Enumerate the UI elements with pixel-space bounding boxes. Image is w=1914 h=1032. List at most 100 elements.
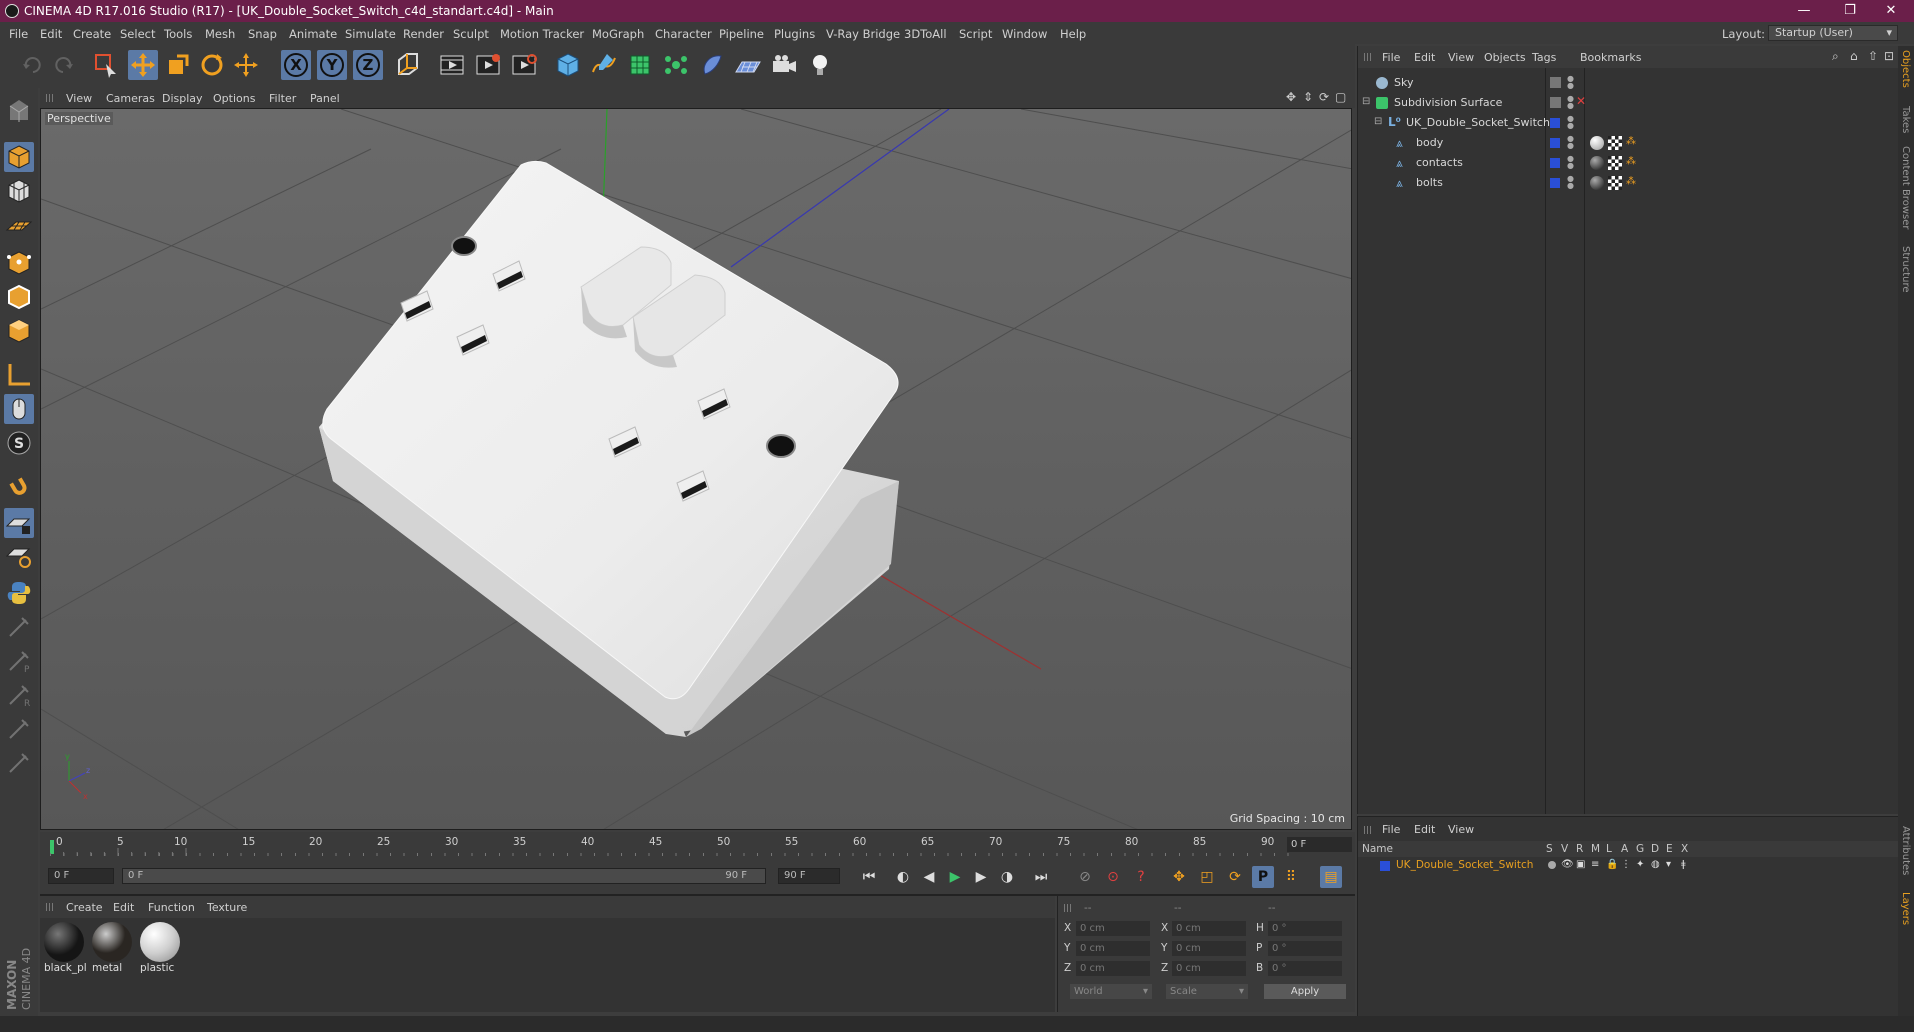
material-tag-black-pl-icon[interactable] [1590, 176, 1604, 190]
material-tag-metal-icon[interactable] [1590, 156, 1604, 170]
object-row-contacts[interactable]: ⩓ contacts ● ● ⁂ [1358, 153, 1899, 173]
layer-col-r[interactable]: R [1576, 843, 1583, 855]
layer-col-l[interactable]: L [1606, 843, 1612, 855]
menu-vray-bridge[interactable]: V-Ray Bridge [826, 27, 900, 41]
phong-tag-icon[interactable]: ⁂ [1626, 176, 1636, 187]
layer-deformers-icon[interactable]: ◍ [1651, 859, 1660, 870]
lock-y-axis-button[interactable]: Y [317, 50, 347, 80]
visibility-dots-icon[interactable]: ● ● [1567, 135, 1574, 150]
menu-tools[interactable]: Tools [164, 27, 192, 41]
key-position-icon[interactable]: ✥ [1168, 866, 1190, 888]
key-rotation-icon[interactable]: ⟳ [1224, 866, 1246, 888]
layer-tag-icon[interactable] [1550, 97, 1561, 108]
layer-solo-icon[interactable] [1548, 861, 1556, 869]
layer-lock-icon[interactable]: 🔒 [1606, 859, 1618, 870]
visibility-dots-icon[interactable]: ● ● [1567, 75, 1574, 90]
objects-menu-tags[interactable]: Tags [1532, 51, 1556, 64]
size-x-field[interactable]: 0 cm [1172, 921, 1246, 936]
light-bulb-icon[interactable] [805, 50, 835, 80]
menu-edit[interactable]: Edit [40, 27, 62, 41]
uvw-tag-icon[interactable] [1608, 156, 1622, 170]
coordinate-mode-select[interactable]: World ▾ [1070, 984, 1152, 999]
viewport-menu-options[interactable]: Options [213, 92, 255, 105]
visibility-dots-icon[interactable]: ● ● [1567, 95, 1574, 110]
panel-grip-icon[interactable] [1364, 826, 1372, 834]
collapse-icon[interactable]: ⊟ [1362, 96, 1370, 107]
material-menu-create[interactable]: Create [66, 901, 103, 914]
layer-tag-icon[interactable] [1550, 77, 1561, 88]
layer-generators-icon[interactable]: ✦ [1636, 859, 1644, 870]
snap-magnet-icon[interactable] [4, 472, 34, 502]
layer-expressions-icon[interactable]: ▾ [1666, 859, 1671, 870]
material-tag-plastic-icon[interactable] [1590, 136, 1604, 150]
pos-z-field[interactable]: 0 cm [1076, 961, 1150, 976]
viewport-move-icon[interactable]: ✥ [1286, 90, 1296, 104]
render-picture-viewer-icon[interactable] [473, 50, 503, 80]
measure-tool-icon[interactable]: R [4, 680, 34, 710]
timeline[interactable]: 0 5 10 15 20 25 30 35 40 45 50 55 60 65 … [40, 832, 1355, 858]
menu-animate[interactable]: Animate [289, 27, 337, 41]
viewport-menu-display[interactable]: Display [162, 92, 203, 105]
play-icon[interactable]: ▶ [944, 866, 966, 888]
python-icon[interactable] [4, 578, 34, 608]
viewport-dolly-icon[interactable]: ⇕ [1303, 90, 1313, 104]
menu-3dtoall[interactable]: 3DToAll [904, 27, 947, 41]
cube-primitive-icon[interactable] [553, 50, 583, 80]
menu-create[interactable]: Create [73, 27, 111, 41]
end-frame-field[interactable]: 90 F [778, 868, 840, 884]
rot-h-field[interactable]: 0 ° [1268, 921, 1342, 936]
visibility-dots-icon[interactable]: ● ● [1567, 155, 1574, 170]
previous-key-icon[interactable]: ◐ [892, 866, 914, 888]
menu-script[interactable]: Script [959, 27, 992, 41]
go-to-start-icon[interactable]: ⏮ [858, 866, 880, 888]
layer-col-m[interactable]: M [1591, 843, 1600, 855]
object-row-bolts[interactable]: ⩓ bolts ● ● ⁂ [1358, 173, 1899, 193]
playhead-marker[interactable] [50, 840, 54, 854]
layer-color-swatch[interactable] [1550, 158, 1560, 168]
live-selection-icon[interactable] [90, 50, 120, 80]
tweak-mode-icon[interactable] [4, 394, 34, 424]
sculpt-tool-icon[interactable] [4, 714, 34, 744]
layer-name[interactable]: UK_Double_Socket_Switch [1396, 859, 1533, 871]
subdivision-surface-icon[interactable] [625, 50, 655, 80]
key-scale-icon[interactable]: ◰ [1196, 866, 1218, 888]
restore-button[interactable]: ❐ [1827, 0, 1873, 22]
phong-tag-icon[interactable]: ⁂ [1626, 156, 1636, 167]
next-frame-icon[interactable]: ▶ [970, 866, 992, 888]
pos-y-field[interactable]: 0 cm [1076, 941, 1150, 956]
material-menu-edit[interactable]: Edit [113, 901, 134, 914]
search-icon[interactable]: ⌕ [1832, 49, 1839, 64]
apply-button[interactable]: Apply [1264, 984, 1346, 999]
close-button[interactable]: ✕ [1868, 0, 1914, 22]
viewport-maximize-icon[interactable]: ▢ [1335, 90, 1346, 104]
keyframe-selection-icon[interactable]: ? [1130, 866, 1152, 888]
layers-menu-file[interactable]: File [1382, 823, 1400, 836]
menu-sculpt[interactable]: Sculpt [453, 27, 489, 41]
menu-pipeline[interactable]: Pipeline [719, 27, 764, 41]
layer-animation-icon[interactable]: ⋮ [1621, 859, 1631, 870]
workplane-icon[interactable] [4, 210, 34, 240]
menu-window[interactable]: Window [1002, 27, 1047, 41]
layer-manager-icon[interactable]: ≡ [1591, 859, 1599, 870]
render-settings-icon[interactable] [509, 50, 539, 80]
layer-col-e[interactable]: E [1666, 843, 1673, 855]
layer-row[interactable]: UK_Double_Socket_Switch 👁 ▣ ≡ 🔒 ⋮ ✦ ◍ ▾ … [1358, 858, 1899, 874]
record-keys-icon[interactable]: ⊘ [1074, 866, 1096, 888]
layers-menu-view[interactable]: View [1448, 823, 1474, 836]
layer-xrefs-icon[interactable]: ǂ [1681, 859, 1686, 870]
visibility-dots-icon[interactable]: ● ● [1567, 115, 1574, 130]
panel-grip-icon[interactable] [1064, 904, 1072, 912]
menu-motion-tracker[interactable]: Motion Tracker [500, 27, 584, 41]
knife-tool-icon[interactable]: P [4, 646, 34, 676]
material-plastic[interactable]: plastic [138, 920, 182, 976]
scale-tool-icon[interactable] [163, 50, 193, 80]
viewport-menu-view[interactable]: View [66, 92, 92, 105]
material-menu-texture[interactable]: Texture [207, 901, 247, 914]
layer-visible-icon[interactable]: 👁 [1561, 859, 1574, 870]
key-parameter-icon[interactable]: P [1252, 866, 1274, 888]
layer-col-x[interactable]: X [1681, 843, 1688, 855]
layer-color-swatch[interactable] [1380, 861, 1390, 871]
camera-icon[interactable] [769, 50, 799, 80]
menu-simulate[interactable]: Simulate [345, 27, 396, 41]
layer-col-a[interactable]: A [1621, 843, 1628, 855]
